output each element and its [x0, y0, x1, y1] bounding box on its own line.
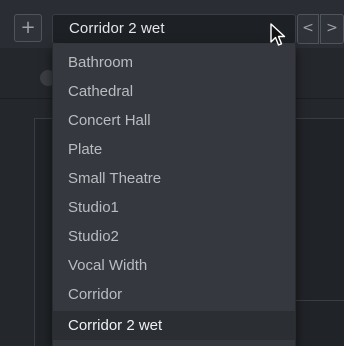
preset-nav: < >	[297, 14, 344, 44]
previous-preset-button[interactable]: <	[297, 14, 319, 44]
dropdown-item-corridor[interactable]: Corridor	[53, 280, 295, 309]
dropdown-item-studio2[interactable]: Studio2	[53, 222, 295, 251]
side-box	[296, 300, 344, 346]
dropdown-item-corridor-2-wet[interactable]: Corridor 2 wet	[53, 311, 295, 340]
dropdown-item-concert-hall[interactable]: Concert Hall	[53, 106, 295, 135]
arrow-cursor-icon	[270, 23, 286, 46]
dropdown-item-vocal-width[interactable]: Vocal Width	[53, 251, 295, 280]
preset-panel: + Corridor 2 wet < > Bathroom Cathedral …	[0, 0, 344, 346]
preset-dropdown-menu: Bathroom Cathedral Concert Hall Plate Sm…	[52, 44, 296, 346]
dropdown-item-small-theatre[interactable]: Small Theatre	[53, 164, 295, 193]
preset-select[interactable]: Corridor 2 wet	[52, 14, 296, 44]
next-preset-button[interactable]: >	[320, 14, 344, 44]
preset-select-value: Corridor 2 wet	[69, 20, 165, 37]
dropdown-item-plate[interactable]: Plate	[53, 135, 295, 164]
dropdown-item-studio1[interactable]: Studio1	[53, 193, 295, 222]
add-preset-button[interactable]: +	[14, 14, 42, 42]
dropdown-item-cathedral[interactable]: Cathedral	[53, 77, 295, 106]
dropdown-item-bathroom[interactable]: Bathroom	[53, 48, 295, 77]
